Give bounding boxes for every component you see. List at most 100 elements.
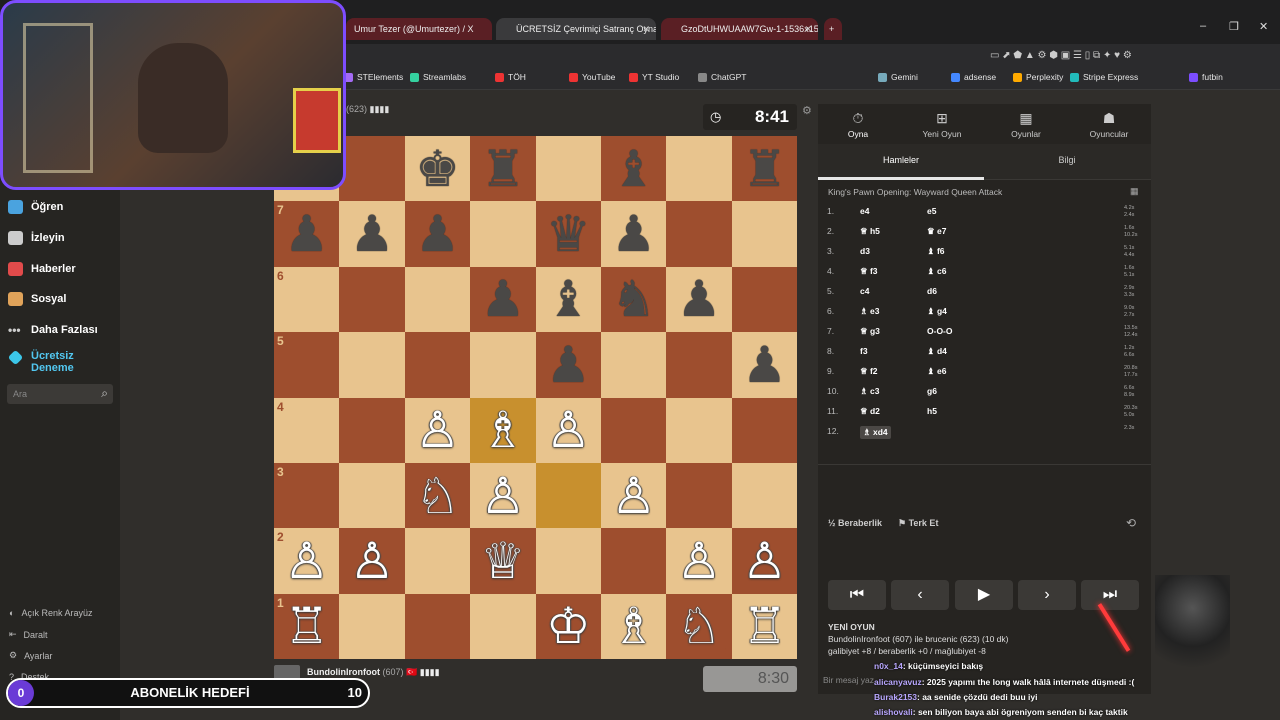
close-icon[interactable]: ✕ — [642, 18, 650, 40]
bookmark-8[interactable]: adsense — [951, 72, 996, 82]
bookmark-9[interactable]: Perplexity — [1013, 72, 1063, 82]
flip-board-icon[interactable]: ⟲ — [1126, 516, 1136, 530]
black-move[interactable]: d6 — [927, 286, 937, 296]
white-move[interactable]: ♕ f3 — [860, 266, 878, 277]
black-piece[interactable]: ♟ — [536, 332, 601, 397]
white-piece[interactable]: ♙ — [274, 528, 339, 593]
black-move[interactable]: g6 — [927, 386, 937, 396]
white-move[interactable]: ♕ g3 — [860, 326, 880, 337]
black-move[interactable]: ♝ f6 — [927, 246, 945, 257]
search-icon[interactable]: ⌕ — [101, 386, 108, 401]
bookmark-10[interactable]: Stripe Express — [1070, 72, 1138, 82]
board-square[interactable] — [470, 332, 536, 398]
black-piece[interactable]: ♟ — [666, 267, 731, 332]
white-move[interactable]: ♗ c3 — [860, 386, 879, 397]
restore-icon[interactable]: ❐ — [1229, 20, 1239, 33]
black-piece[interactable]: ♝ — [536, 267, 601, 332]
board-square[interactable] — [535, 463, 601, 529]
black-piece[interactable]: ♞ — [601, 267, 666, 332]
white-piece[interactable]: ♙ — [601, 463, 666, 528]
board-square[interactable] — [601, 528, 667, 594]
board-settings-icon[interactable]: ⚙ — [802, 104, 812, 117]
board-square[interactable] — [339, 397, 405, 463]
tab-players[interactable]: ☗ Oyuncular — [1069, 110, 1149, 139]
black-move[interactable]: ♝ g4 — [927, 306, 947, 317]
black-piece[interactable]: ♚ — [405, 136, 470, 201]
board-square[interactable] — [666, 201, 732, 267]
white-piece[interactable]: ♙ — [732, 528, 797, 593]
black-piece[interactable]: ♜ — [470, 136, 535, 201]
bookmark-7[interactable]: Gemini — [878, 72, 918, 82]
board-square[interactable] — [535, 136, 601, 202]
white-move[interactable]: ♗ xd4 — [860, 426, 891, 439]
black-piece[interactable]: ♟ — [601, 201, 666, 266]
sidebar-collapse[interactable]: ⇤ Daralt — [9, 629, 48, 640]
white-piece[interactable]: ♙ — [470, 463, 535, 528]
black-piece[interactable]: ♛ — [536, 201, 601, 266]
bookmark-2[interactable]: Streamlabs — [410, 72, 466, 82]
board-square[interactable] — [731, 266, 798, 333]
bookmark-3[interactable]: TÖH — [495, 72, 526, 82]
board-square[interactable] — [339, 463, 405, 529]
board-square[interactable] — [339, 136, 405, 202]
sidebar-item-learn[interactable]: Öğren — [8, 200, 63, 214]
black-move[interactable]: O-O-O — [927, 326, 953, 336]
board-square[interactable] — [601, 397, 667, 463]
white-piece[interactable]: ♘ — [405, 463, 470, 528]
black-piece[interactable]: ♟ — [339, 201, 404, 266]
black-move[interactable]: ♝ c6 — [927, 266, 946, 277]
black-move[interactable]: ♝ d4 — [927, 346, 947, 357]
board-square[interactable] — [666, 397, 732, 463]
bookmark-1[interactable]: STElements — [344, 72, 403, 82]
black-piece[interactable]: ♝ — [601, 136, 666, 201]
sidebar-light-mode[interactable]: ◐ Açık Renk Arayüz — [9, 608, 92, 618]
last-move-button[interactable]: ⏭ — [1081, 580, 1139, 610]
white-piece[interactable]: ♖ — [732, 594, 797, 659]
tab-chess[interactable]: ÜCRETSİZ Çevrimiçi Satranç Oyna ✕ — [496, 18, 656, 40]
white-move[interactable]: ♕ h5 — [860, 226, 880, 237]
white-move[interactable]: ♕ d2 — [860, 406, 880, 417]
book-icon[interactable]: ▦ — [1130, 186, 1139, 197]
white-move[interactable]: ♗ e3 — [860, 306, 879, 317]
white-piece[interactable]: ♗ — [470, 398, 535, 463]
board-square[interactable] — [404, 528, 471, 594]
resign-button[interactable]: ⚑ Terk Et — [898, 518, 938, 529]
sidebar-item-watch[interactable]: İzleyin — [8, 231, 65, 245]
sidebar-item-more[interactable]: ••• Daha Fazlası — [8, 323, 98, 337]
white-piece[interactable]: ♔ — [536, 594, 601, 659]
board-square[interactable] — [666, 463, 732, 529]
white-piece[interactable]: ♙ — [536, 398, 601, 463]
black-move[interactable]: ♝ e6 — [927, 366, 946, 377]
bookmark-11[interactable]: futbin — [1189, 72, 1223, 82]
chess-board[interactable]: 87654321abcdefgh♚♜♝♜♟♟♟♛♟♟♝♞♟♟♟♙♗♙♘♙♙♙♙♕… — [274, 136, 798, 660]
board-square[interactable] — [404, 266, 471, 333]
tab-x[interactable]: Umur Tezer (@Umurtezer) / X — [346, 18, 492, 40]
white-piece[interactable]: ♕ — [470, 528, 535, 593]
white-move[interactable]: f3 — [860, 346, 868, 356]
bookmark-4[interactable]: YouTube — [569, 72, 615, 82]
white-piece[interactable]: ♘ — [666, 594, 731, 659]
black-move[interactable]: ♛ e7 — [927, 226, 946, 237]
board-square[interactable] — [404, 332, 471, 398]
white-piece[interactable]: ♖ — [274, 594, 339, 659]
white-piece[interactable]: ♙ — [666, 528, 731, 593]
search-input[interactable]: Ara ⌕ — [7, 384, 113, 404]
black-piece[interactable]: ♟ — [274, 201, 339, 266]
tab-games[interactable]: ▦ Oyunlar — [986, 110, 1066, 139]
white-piece[interactable]: ♗ — [601, 594, 666, 659]
tab-image[interactable]: GzoDtUHWUAAW7Gw-1-1536x1536 ✕ — [661, 18, 818, 40]
bookmark-6[interactable]: ChatGPT — [698, 72, 746, 82]
black-piece[interactable]: ♟ — [732, 332, 797, 397]
white-move[interactable]: e4 — [860, 206, 869, 216]
white-move[interactable]: c4 — [860, 286, 869, 296]
bookmark-5[interactable]: YT Studio — [629, 72, 679, 82]
extension-icons[interactable]: ▭ ⬈ ⬟ ▲ ⚙ ⬢ ▣ ☰ ▯ ⧉ ✦ ♥ ⚙ — [990, 50, 1132, 61]
board-square[interactable] — [535, 528, 601, 594]
new-tab-button[interactable]: + — [824, 18, 842, 40]
board-square[interactable] — [731, 201, 798, 267]
minimize-icon[interactable]: – — [1200, 20, 1206, 32]
sidebar-item-social[interactable]: Sosyal — [8, 292, 66, 306]
draw-button[interactable]: ½ Beraberlik — [828, 518, 882, 528]
board-square[interactable] — [731, 397, 798, 463]
sidebar-item-news[interactable]: Haberler — [8, 262, 76, 276]
